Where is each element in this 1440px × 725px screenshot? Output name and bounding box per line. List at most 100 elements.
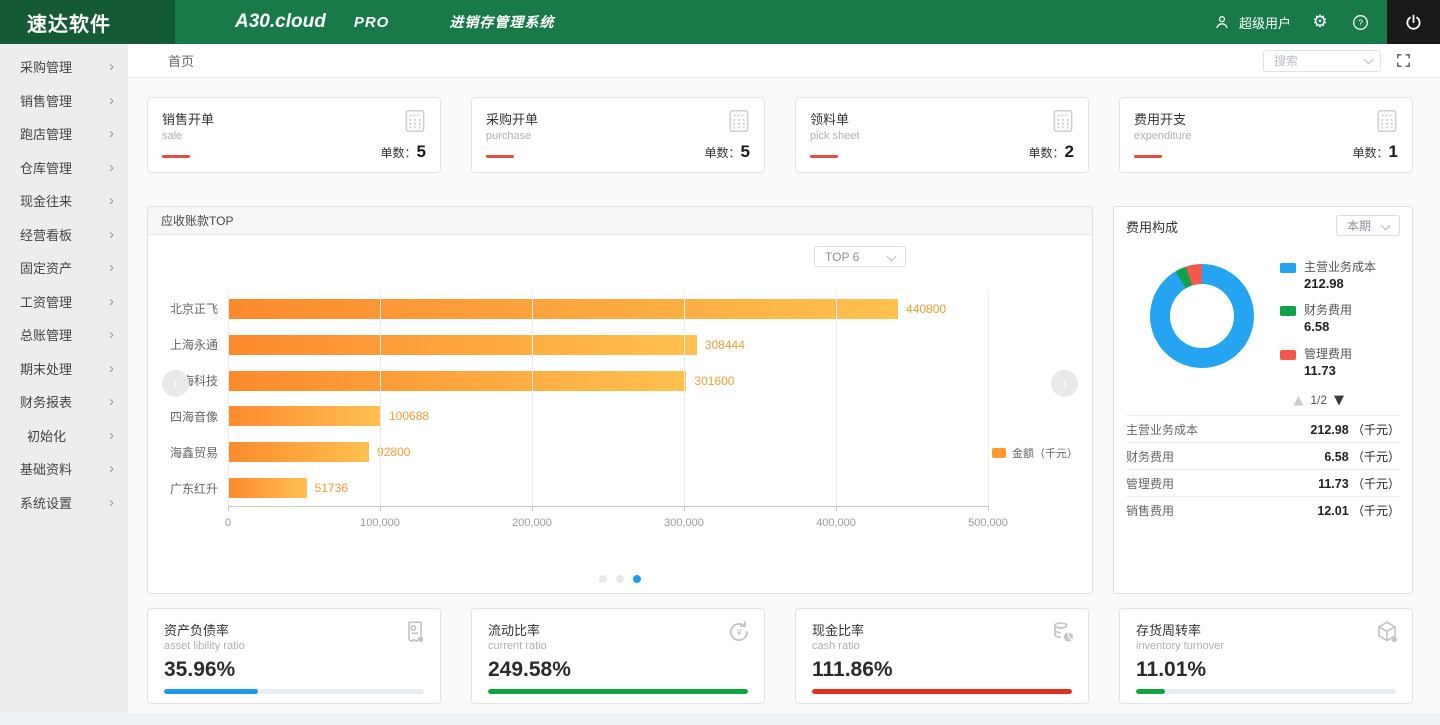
dashboard-content: 销售开单 sale 单数：5 采购开单 purchase 单数：5 领料单 pi… (128, 78, 1440, 713)
expense-value: 6.58 （千元） (1324, 448, 1400, 465)
sidebar-item[interactable]: 期末处理 › (0, 352, 128, 386)
chevron-down-icon (1381, 221, 1391, 231)
logout-power-button[interactable] (1387, 0, 1440, 44)
sidebar-item-label: 财务报表 (20, 392, 72, 411)
app-root: 速达软件 A30.cloud PRO 进销存管理系统 超级用户 ⚙ ? 采购管理… (0, 0, 1440, 725)
expense-value: 212.98 （千元） (1310, 421, 1400, 438)
sidebar-item-label: 总账管理 (20, 325, 72, 344)
x-tick-label: 100,000 (360, 517, 400, 529)
period-select[interactable]: 本期 (1336, 215, 1400, 236)
user-name: 超级用户 (1239, 13, 1291, 32)
count-label: 单数： (1353, 146, 1389, 160)
x-axis-labels: 0100,000200,000300,000400,000500,000 (228, 517, 988, 531)
sidebar-item-label: 初始化 (27, 426, 66, 445)
axis-tick (228, 506, 229, 511)
bar-row: 四海音像 100688 (228, 406, 988, 426)
expense-amount: 12.01 (1317, 504, 1348, 518)
legend-swatch (1280, 306, 1296, 316)
progress-fill (488, 689, 748, 694)
settings-gear-icon[interactable]: ⚙ (1309, 11, 1331, 33)
help-icon[interactable]: ? (1349, 11, 1371, 33)
card-subtitle: pick sheet (810, 130, 1074, 142)
sidebar-item[interactable]: 系统设置 › (0, 486, 128, 520)
sidebar-item[interactable]: 采购管理 › (0, 50, 128, 84)
bar (228, 299, 898, 319)
chevron-right-icon: › (109, 59, 114, 74)
bar-value-label: 308444 (705, 338, 745, 352)
bar-value-label: 92800 (377, 445, 410, 459)
bar-row: 北京正飞 440800 (228, 299, 988, 319)
page-up-icon[interactable]: ▲ (1293, 394, 1303, 407)
bar-row: 洪海科技 301600 (228, 371, 988, 391)
card-title: 现金比率 (812, 620, 1072, 639)
axis-tick (380, 506, 381, 511)
x-tick-label: 400,000 (816, 517, 856, 529)
sidebar-item[interactable]: 销售管理 › (0, 84, 128, 118)
coins-icon (1050, 619, 1076, 648)
legend-pager: ▲ 1/2 ▼ (1126, 393, 1400, 407)
card-count: 单数：1 (1353, 142, 1398, 162)
progress-track (488, 689, 748, 694)
bar-value-label: 51736 (315, 481, 348, 495)
bar-row: 广东红升 51736 (228, 478, 988, 498)
carousel-prev-icon[interactable]: ‹ (162, 370, 189, 397)
sidebar-item-label: 仓库管理 (20, 158, 72, 177)
legend-label: 财务费用 (1304, 303, 1352, 317)
user-icon (1211, 11, 1233, 33)
axis-tick (836, 506, 837, 511)
sidebar-item[interactable]: 跑店管理 › (0, 117, 128, 151)
sidebar-item[interactable]: 财务报表 › (0, 385, 128, 419)
carousel-dot[interactable] (616, 575, 624, 583)
summary-card: 领料单 pick sheet 单数：2 (795, 97, 1089, 173)
sidebar-item[interactable]: 初始化 › (0, 419, 128, 453)
gridline (684, 291, 685, 506)
fullscreen-icon[interactable] (1395, 52, 1413, 70)
card-title: 存货周转率 (1136, 620, 1396, 639)
svg-text:?: ? (1358, 17, 1363, 27)
sidebar-item[interactable]: 现金往来 › (0, 184, 128, 218)
legend-label: 主营业务成本 (1304, 260, 1376, 274)
expense-amount: 11.73 (1318, 477, 1349, 491)
chevron-right-icon: › (109, 361, 114, 376)
carousel-dot[interactable] (633, 575, 641, 583)
sidebar-item[interactable]: 工资管理 › (0, 285, 128, 319)
expense-donut-chart (1150, 264, 1254, 368)
top-n-select[interactable]: TOP 6 (814, 246, 906, 267)
ratio-value: 249.58% (488, 658, 748, 682)
donut-legend-item: 管理费用11.73 (1280, 347, 1376, 379)
power-icon (1403, 12, 1424, 33)
accent-dash (1134, 155, 1162, 158)
product-edition: PRO (354, 14, 390, 31)
sidebar-item[interactable]: 基础资料 › (0, 452, 128, 486)
breadcrumb-home[interactable]: 首页 (168, 51, 194, 70)
count-value: 2 (1065, 142, 1074, 161)
chevron-right-icon: › (109, 160, 114, 175)
svg-text:¥: ¥ (735, 627, 742, 637)
sidebar-item[interactable]: 仓库管理 › (0, 151, 128, 185)
product-name: A30.cloud (235, 11, 326, 33)
card-title: 流动比率 (488, 620, 748, 639)
sidebar-item[interactable]: 经营看板 › (0, 218, 128, 252)
expense-row: 主营业务成本 212.98 （千元） (1126, 415, 1400, 442)
card-title: 费用开支 (1134, 109, 1398, 128)
ratio-card: 存货周转率 inventory turnover 11.01% (1119, 608, 1413, 704)
card-subtitle: purchase (486, 130, 750, 142)
search-combobox[interactable] (1263, 50, 1381, 72)
chevron-right-icon: › (109, 227, 114, 242)
page-down-icon[interactable]: ▼ (1334, 394, 1344, 407)
carousel-next-icon[interactable]: › (1051, 370, 1078, 397)
bar-category-label: 广东红升 (170, 480, 218, 497)
chevron-right-icon: › (109, 495, 114, 510)
sidebar-item[interactable]: 总账管理 › (0, 318, 128, 352)
sidebar-item-label: 固定资产 (20, 258, 72, 277)
sidebar-item[interactable]: 固定资产 › (0, 251, 128, 285)
search-input[interactable] (1263, 50, 1381, 72)
count-value: 5 (417, 142, 426, 161)
bar (228, 442, 369, 462)
gridline (380, 291, 381, 506)
card-count: 单数：2 (1029, 142, 1074, 162)
brand-logo: 速达软件 (0, 0, 175, 44)
ratio-card: 资产负债率 asset libility ratio 35.96% (147, 608, 441, 704)
carousel-dot[interactable] (599, 575, 607, 583)
user-menu[interactable]: 超级用户 (1211, 11, 1291, 33)
